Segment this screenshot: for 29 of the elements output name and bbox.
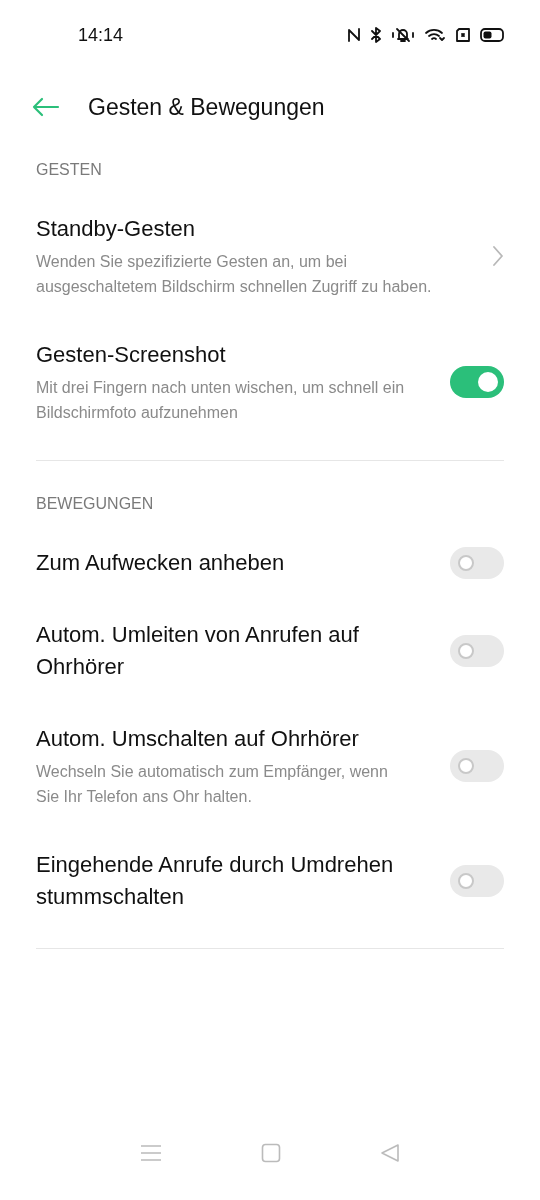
setting-title[interactable]: Standby-Gesten <box>36 213 448 245</box>
toggle-switch[interactable] <box>450 366 504 398</box>
toggle-switch[interactable] <box>450 547 504 579</box>
setting-title[interactable]: Zum Aufwecken anheben <box>36 547 406 579</box>
status-time: 14:14 <box>78 24 124 46</box>
muted-bell-icon <box>391 27 415 43</box>
sim-icon <box>455 28 471 42</box>
setting-title[interactable]: Gesten-Screenshot <box>36 339 406 371</box>
setting-title[interactable]: Autom. Umleiten von Anrufen auf Ohrhörer <box>36 619 406 683</box>
bluetooth-icon <box>370 27 382 43</box>
setting-description: Mit drei Fingern nach unten wischen, um schnell ein Bildschirmfoto aufzunehmen <box>36 378 406 423</box>
setting-description: Wechseln Sie automatisch zum Empfänger, wenn Sie Ihr Telefon ans Ohr halten. <box>36 762 389 807</box>
toggle-switch[interactable] <box>450 865 504 897</box>
setting-description: Wenden Sie spezifizierte Gesten an, um bei ausgeschaltetem Bildschirm schnellen Zugriff zu haben. <box>36 252 433 297</box>
back-arrow-icon[interactable] <box>32 97 60 117</box>
battery-icon <box>480 28 506 42</box>
nfc-icon <box>347 27 361 43</box>
home-square-icon[interactable] <box>261 1143 281 1163</box>
section-header: BEWEGUNGEN <box>36 494 155 514</box>
toggle-switch[interactable] <box>450 635 504 667</box>
chevron-right-icon[interactable] <box>492 245 504 267</box>
wifi-icon <box>424 27 446 43</box>
section-header: GESTEN <box>36 160 103 180</box>
toggle-switch[interactable] <box>450 750 504 782</box>
back-triangle-icon[interactable] <box>380 1143 401 1163</box>
setting-title[interactable]: Eingehende Anrufe durch Umdrehen stummschalten <box>36 849 406 913</box>
page-title: Gesten & Bewegungen <box>88 93 325 121</box>
setting-title[interactable]: Autom. Umschalten auf Ohrhörer <box>36 723 406 755</box>
menu-icon[interactable] <box>139 1144 162 1162</box>
